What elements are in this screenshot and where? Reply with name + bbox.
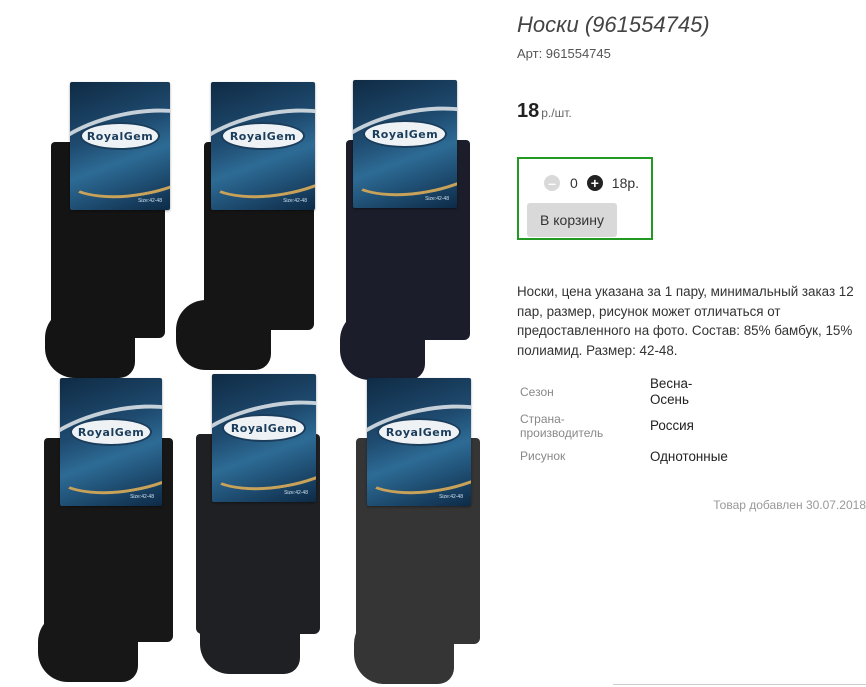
add-to-cart-box: – 0 + 18р. В корзину [517,157,653,240]
add-to-cart-button[interactable]: В корзину [527,203,617,237]
product-image[interactable]: RoyalGem Size:42-48 RoyalGem Size:42-48 … [0,0,500,687]
brand-logo: RoyalGem [222,414,306,442]
brand-logo: RoyalGem [363,120,447,148]
sock-label-card: RoyalGem Size:42-48 [353,80,457,208]
plus-icon[interactable]: + [586,175,603,191]
sock-label-card: RoyalGem Size:42-48 [70,82,170,210]
sock-pair-4: RoyalGem Size:42-48 [38,378,183,682]
brand-logo: RoyalGem [377,418,461,446]
price-value: 18 [517,100,540,122]
cart-sum: 18р. [611,175,640,191]
sock-foot [176,300,271,370]
sock-foot [45,308,135,378]
sock-label-card: RoyalGem Size:42-48 [211,82,315,210]
sock-foot [38,612,138,682]
added-date: Товар добавлен 30.07.2018 [713,498,866,512]
property-value: Однотонные [650,449,728,464]
product-title: Носки (961554745) [517,12,710,37]
sock-foot [200,604,300,674]
product-sku: Арт: 961554745 [517,46,611,61]
minus-icon[interactable]: – [544,175,560,191]
brand-logo: RoyalGem [80,122,160,150]
brand-logo: RoyalGem [70,418,152,446]
sock-foot [340,310,425,380]
sock-foot [354,614,454,684]
sock-label-card: RoyalGem Size:42-48 [367,378,471,506]
quantity-value: 0 [570,175,578,191]
sock-label-card: RoyalGem Size:42-48 [60,378,162,506]
property-key: Сезон [520,385,554,399]
property-key: Страна-производитель [520,412,604,440]
property-value: Россия [650,418,694,433]
quantity-stepper: – 0 + 18р. [544,175,639,191]
divider [613,684,866,685]
brand-logo: RoyalGem [221,122,305,150]
property-value: Весна-Осень [650,376,693,407]
sock-pair-2: RoyalGem Size:42-48 [174,82,324,370]
sock-pair-1: RoyalGem Size:42-48 [45,82,175,378]
product-price: 18 р./шт. [517,100,572,123]
sock-pair-6: RoyalGem Size:42-48 [350,378,490,684]
sock-label-card: RoyalGem Size:42-48 [212,374,316,502]
sock-pair-3: RoyalGem Size:42-48 [340,80,480,380]
product-description: Носки, цена указана за 1 пару, минимальн… [517,284,854,358]
sock-pair-5: RoyalGem Size:42-48 [190,374,330,674]
property-key: Рисунок [520,449,566,463]
price-unit: р./шт. [541,106,572,120]
